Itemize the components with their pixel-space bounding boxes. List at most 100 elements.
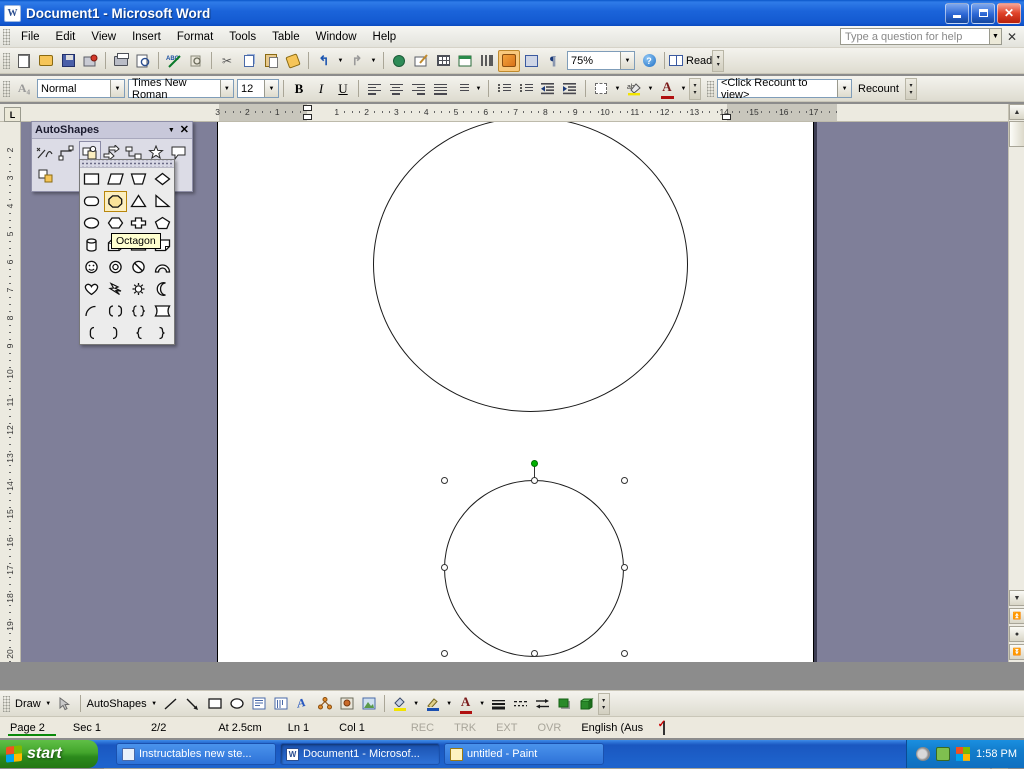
shape-rectangle[interactable] (81, 169, 104, 190)
shape-regular-pentagon[interactable] (151, 213, 174, 234)
network-icon[interactable] (936, 747, 951, 761)
font-size-combo[interactable]: 12 ▼ (237, 79, 279, 98)
align-left-button[interactable] (363, 78, 385, 100)
shape-lightning-bolt[interactable] (104, 279, 127, 300)
line-button[interactable] (160, 693, 182, 715)
tables-and-borders-button[interactable] (410, 50, 432, 72)
ask-a-question-input[interactable]: Type a question for help (839, 28, 990, 45)
line-style-button[interactable] (488, 693, 510, 715)
shape-rounded-rectangle[interactable] (81, 191, 103, 212)
toolbar-grip-formatting[interactable] (3, 80, 10, 97)
drawing-font-color-dropdown-icon[interactable]: ▼ (477, 693, 488, 715)
chevron-down-icon[interactable]: ▼ (110, 80, 124, 97)
shape-right-brace[interactable] (151, 323, 174, 344)
toolbar-grip-drawing[interactable] (3, 695, 10, 712)
open-button[interactable] (35, 50, 57, 72)
shape-trapezoid[interactable] (128, 169, 151, 190)
cut-button[interactable]: ✂ (216, 50, 238, 72)
shadow-style-button[interactable] (554, 693, 576, 715)
circle-top-shape[interactable] (373, 122, 688, 412)
italic-button[interactable]: I (310, 78, 332, 100)
shape-cross[interactable] (128, 213, 151, 234)
fill-color-button[interactable] (389, 693, 411, 715)
chevron-down-icon[interactable]: ▼ (620, 52, 634, 69)
justify-button[interactable] (429, 78, 451, 100)
drawing-autoshapes-menu-button[interactable]: AutoShapes (85, 698, 149, 710)
insert-diagram-button[interactable] (314, 693, 336, 715)
text-box-button[interactable] (248, 693, 270, 715)
zoom-combo[interactable]: 75% ▼ (567, 51, 635, 70)
status-ovr[interactable]: OVR (527, 722, 571, 734)
3d-style-button[interactable] (576, 693, 598, 715)
shape-left-bracket[interactable] (81, 323, 104, 344)
status-rec[interactable]: REC (375, 722, 444, 734)
vertical-scrollbar[interactable]: ▲ ▼ ⏫ ● ⏬ (1008, 104, 1024, 662)
border-dropdown-icon[interactable]: ▼ (612, 78, 623, 100)
vertical-ruler[interactable]: 2 3 4 5 6 7 8 9 10 11 12 13 14 15 16 17 18 19 20 (0, 122, 21, 662)
paste-button[interactable] (260, 50, 282, 72)
show-formatting-marks-button[interactable]: ¶ (542, 50, 564, 72)
menu-insert[interactable]: Insert (124, 28, 169, 46)
shape-right-triangle[interactable] (151, 191, 173, 212)
scroll-down-button[interactable]: ▼ (1009, 590, 1024, 606)
undo-button[interactable]: ↰ (313, 50, 335, 72)
toolbar-grip-standard[interactable] (3, 52, 10, 69)
shape-hexagon[interactable] (104, 213, 127, 234)
draw-dropdown-icon[interactable]: ▼ (43, 693, 54, 715)
insert-excel-worksheet-button[interactable] (454, 50, 476, 72)
tab-stop-selector-button[interactable]: L (4, 107, 21, 122)
menu-format[interactable]: Format (169, 28, 221, 46)
toolbar-options-button-drawing[interactable]: ▾ ▾ (597, 692, 610, 715)
menu-window[interactable]: Window (308, 28, 365, 46)
font-name-combo[interactable]: Times New Roman ▼ (128, 77, 234, 101)
print-preview-button[interactable] (132, 50, 154, 72)
shape-heart[interactable] (81, 279, 104, 300)
vertical-scroll-thumb[interactable] (1009, 121, 1024, 147)
insert-picture-button[interactable] (358, 693, 380, 715)
save-button[interactable] (57, 50, 79, 72)
font-color-dropdown-icon[interactable]: ▼ (678, 78, 689, 100)
document-page[interactable] (217, 122, 814, 662)
line-spacing-button[interactable] (451, 78, 473, 100)
line-spacing-dropdown-icon[interactable]: ▼ (473, 78, 484, 100)
microsoft-word-help-button[interactable]: ? (638, 50, 660, 72)
shape-plaque[interactable] (151, 301, 174, 322)
select-browse-object-button[interactable]: ● (1009, 626, 1024, 642)
chevron-down-icon[interactable]: ▼ (219, 80, 233, 97)
chevron-down-icon[interactable]: ▼ (264, 80, 278, 97)
menu-grip[interactable] (3, 28, 10, 45)
toolbar-options-button-formatting[interactable]: ▾ ▾ (689, 77, 701, 100)
scroll-up-button[interactable]: ▲ (1009, 104, 1024, 120)
highlight-button[interactable]: ab (623, 78, 645, 100)
shape-right-bracket[interactable] (104, 323, 127, 344)
format-painter-button[interactable] (282, 50, 304, 72)
first-line-indent-marker[interactable] (303, 105, 312, 111)
start-button[interactable]: start (0, 740, 98, 768)
recount-button[interactable]: Recount (852, 83, 905, 95)
fill-color-dropdown-icon[interactable]: ▼ (411, 693, 422, 715)
insert-wordart-button[interactable]: A (292, 693, 314, 715)
selection-handle-s[interactable] (531, 650, 538, 657)
highlight-dropdown-icon[interactable]: ▼ (645, 78, 656, 100)
bold-button[interactable]: B (288, 78, 310, 100)
circle-bottom-shape[interactable] (444, 480, 624, 657)
arrow-button[interactable] (182, 693, 204, 715)
align-right-button[interactable] (407, 78, 429, 100)
line-color-dropdown-icon[interactable]: ▼ (444, 693, 455, 715)
menu-table[interactable]: Table (264, 28, 308, 46)
shape-moon[interactable] (151, 279, 174, 300)
new-blank-document-button[interactable] (13, 50, 35, 72)
autoshapes-category-connectors[interactable] (56, 141, 78, 164)
menu-file[interactable]: File (13, 28, 48, 46)
minimize-button[interactable] (945, 2, 969, 24)
permission-button[interactable] (79, 50, 101, 72)
horizontal-ruler[interactable]: 3 2 1 1 2 3 4 5 6 7 8 9 10 11 12 13 14 15 16 17 (0, 104, 1008, 122)
toolbar-options-button-wordcount[interactable]: ▾ ▾ (904, 77, 917, 100)
selection-handle-sw[interactable] (441, 650, 448, 657)
office-icon[interactable] (956, 747, 971, 761)
shape-arc[interactable] (81, 301, 104, 322)
vertical-text-box-button[interactable] (270, 693, 292, 715)
maximize-button[interactable] (971, 2, 995, 24)
chevron-down-icon[interactable]: ▼ (168, 127, 175, 134)
selection-handle-e[interactable] (621, 564, 628, 571)
